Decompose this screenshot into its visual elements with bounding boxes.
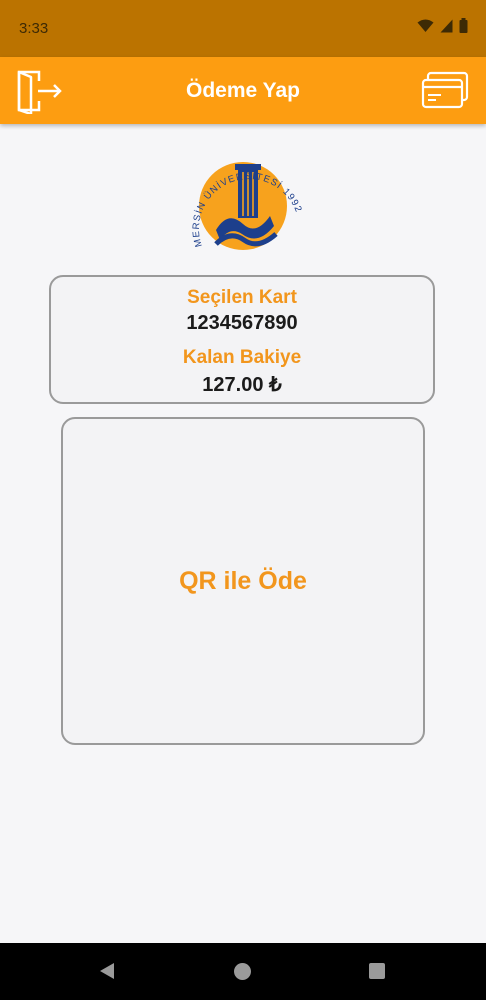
status-icons (417, 18, 468, 33)
status-bar: 3:33 (0, 0, 486, 57)
qr-pay-button[interactable]: QR ile Öde (61, 417, 425, 745)
home-icon[interactable] (234, 963, 251, 980)
credit-card-icon (421, 71, 469, 109)
selected-card-label: Seçilen Kart (187, 287, 297, 308)
page-title: Ödeme Yap (185, 79, 300, 102)
navigation-bar (0, 943, 486, 1000)
balance-value: 127.00 ₺ (202, 374, 282, 396)
balance-label: Kalan Bakiye (182, 347, 302, 368)
selected-card-number: 1234567890 (186, 312, 298, 334)
app-bar: Ödeme Yap (0, 57, 486, 124)
card-select-button[interactable] (420, 66, 470, 116)
university-logo: MERSİN ÜNİVERSİTESİ 1992 (188, 150, 306, 254)
qr-pay-label: QR ile Öde (179, 566, 307, 595)
recent-apps-icon[interactable] (369, 963, 385, 979)
battery-icon (459, 18, 468, 33)
logo-image: MERSİN ÜNİVERSİTESİ 1992 (191, 162, 303, 250)
status-time: 3:33 (19, 20, 49, 37)
back-icon[interactable] (98, 962, 116, 980)
wifi-icon (417, 19, 434, 32)
signal-icon (440, 19, 453, 32)
card-info-box: Seçilen Kart 1234567890 Kalan Bakiye 127… (49, 275, 435, 404)
